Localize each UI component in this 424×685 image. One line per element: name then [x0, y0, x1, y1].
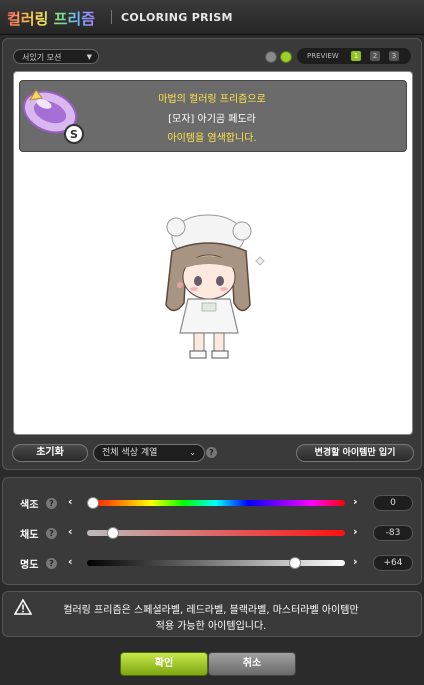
notice-text-line1: 컬러링 프리즘은 스페셜라벨, 레드라벨, 블랙라벨, 마스터라벨 아이템만	[63, 605, 359, 616]
brightness-decrease-icon[interactable]: ‹	[68, 555, 73, 568]
reset-button[interactable]: 초기화	[12, 444, 88, 462]
preview-button-3[interactable]: 3	[389, 51, 399, 61]
character-avatar	[165, 214, 265, 359]
saturation-help-icon[interactable]: ?	[46, 528, 57, 539]
confirm-button[interactable]: 확인	[120, 652, 208, 676]
brightness-value: +64	[373, 555, 413, 571]
saturation-value: -83	[373, 525, 413, 541]
help-icon[interactable]: ?	[206, 447, 217, 458]
brightness-label: 명도	[20, 560, 39, 571]
background-toggle-grey[interactable]	[265, 51, 277, 63]
motion-select[interactable]: 서있기 모션 ▼	[13, 49, 99, 64]
chevron-down-icon: ⌄	[189, 448, 196, 457]
info-item-name: [모자] 아기곰 페도라	[168, 114, 256, 125]
saturation-increase-icon[interactable]: ›	[353, 525, 358, 538]
brightness-increase-icon[interactable]: ›	[353, 555, 358, 568]
hue-increase-icon[interactable]: ›	[353, 495, 358, 508]
notice-text-line2: 적용 가능한 아이템입니다.	[155, 621, 267, 632]
brightness-help-icon[interactable]: ?	[46, 558, 57, 569]
wear-changed-only-button[interactable]: 변경할 아이템만 입기	[296, 444, 414, 462]
info-text-line3: 아이템을 염색합니다.	[167, 133, 257, 144]
window-subtitle: COLORING PRISM	[121, 11, 233, 24]
saturation-label: 채도	[20, 530, 39, 541]
hue-slider-handle[interactable]	[87, 497, 99, 509]
window-title: 컬러링 프리즘	[7, 10, 96, 28]
preview-button-1[interactable]: 1	[351, 51, 361, 61]
color-palette-select[interactable]: 전체 색상 계열 ⌄	[93, 444, 205, 462]
saturation-decrease-icon[interactable]: ‹	[68, 525, 73, 538]
chevron-down-icon: ▼	[86, 53, 92, 61]
info-text-line1: 마법의 컬러링 프리즘으로	[158, 94, 266, 105]
brightness-slider-handle[interactable]	[288, 557, 301, 569]
background-toggle-green[interactable]	[280, 51, 292, 63]
palette-select-value: 전체 색상 계열	[102, 448, 158, 458]
saturation-slider-handle[interactable]	[106, 527, 119, 539]
hue-label: 색조	[20, 500, 39, 511]
preview-label: PREVIEW	[307, 52, 339, 60]
motion-select-value: 서있기 모션	[22, 53, 62, 62]
hue-decrease-icon[interactable]: ‹	[68, 495, 73, 508]
preview-button-2[interactable]: 2	[370, 51, 380, 61]
brightness-slider-track[interactable]	[87, 560, 345, 566]
hue-value: 0	[373, 495, 413, 511]
hue-slider-track[interactable]	[87, 500, 345, 506]
saturation-slider-track[interactable]	[87, 530, 345, 536]
title-divider	[111, 10, 112, 24]
cancel-button[interactable]: 취소	[208, 652, 296, 676]
hue-help-icon[interactable]: ?	[46, 498, 57, 509]
